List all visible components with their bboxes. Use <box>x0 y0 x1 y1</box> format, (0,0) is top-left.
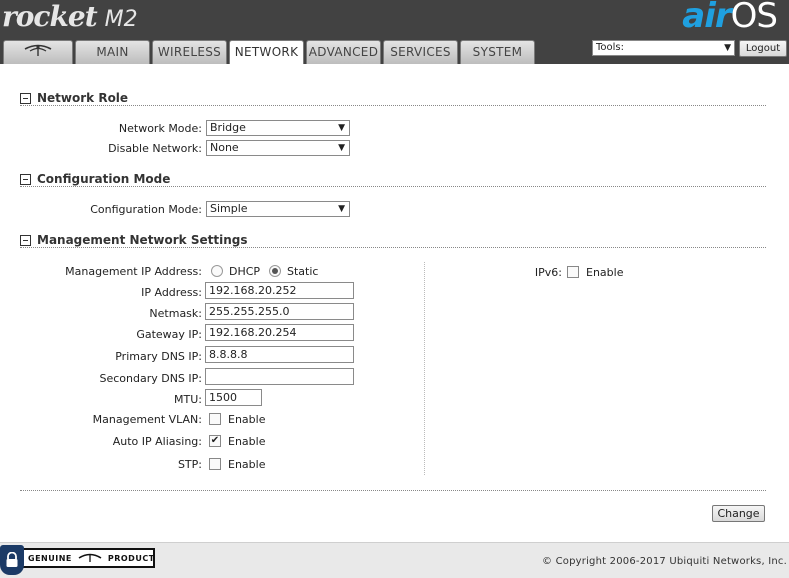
primary-dns-input[interactable]: 8.8.8.8 <box>205 346 354 363</box>
tab-advanced[interactable]: ADVANCED <box>306 40 381 64</box>
tab-main[interactable]: MAIN <box>75 40 150 64</box>
ubiquiti-logo-icon <box>77 552 103 564</box>
collapse-icon[interactable] <box>20 234 31 246</box>
tools-dropdown[interactable]: Tools: ▼ <box>592 40 735 56</box>
secondary-dns-label: Secondary DNS IP: <box>99 372 202 385</box>
ip-address-label: IP Address: <box>141 286 202 299</box>
disable-network-label: Disable Network: <box>108 142 202 155</box>
configuration-mode-value: Simple <box>210 202 248 215</box>
column-divider <box>424 262 425 475</box>
disable-network-select[interactable]: None ▼ <box>206 140 350 156</box>
section-divider <box>20 490 766 491</box>
configuration-mode-select[interactable]: Simple ▼ <box>206 201 350 217</box>
secondary-dns-input[interactable] <box>205 368 354 385</box>
chevron-down-icon: ▼ <box>338 143 345 153</box>
management-vlan-enable-label: Enable <box>228 413 266 426</box>
tab-services[interactable]: SERVICES <box>383 40 458 64</box>
genuine-product-badge: GENUINE PRODUCT <box>2 548 155 568</box>
section-divider <box>20 186 766 187</box>
mtu-label: MTU: <box>174 393 202 406</box>
brand-name: rocket <box>2 0 98 33</box>
netmask-label: Netmask: <box>149 307 202 320</box>
stp-label: STP: <box>177 458 202 471</box>
auto-ip-aliasing-label: Auto IP Aliasing: <box>112 435 202 448</box>
collapse-icon[interactable] <box>20 173 31 185</box>
section-divider <box>20 105 766 106</box>
change-button[interactable]: Change <box>712 505 765 522</box>
section-management-network[interactable]: Management Network Settings <box>20 233 247 247</box>
gateway-ip-input[interactable]: 192.168.20.254 <box>205 324 354 341</box>
management-vlan-checkbox[interactable] <box>209 413 221 425</box>
netmask-input[interactable]: 255.255.255.0 <box>205 303 354 320</box>
network-mode-value: Bridge <box>210 121 246 134</box>
checkmark-icon: ✔ <box>210 435 220 446</box>
airos-logo: airOS <box>682 0 778 36</box>
section-title: Configuration Mode <box>37 172 171 186</box>
logout-button[interactable]: Logout <box>739 40 787 57</box>
product-text: PRODUCT <box>107 553 155 563</box>
logo-os: OS <box>730 0 778 36</box>
chevron-down-icon: ▼ <box>338 204 345 214</box>
collapse-icon[interactable] <box>20 92 31 104</box>
management-vlan-label: Management VLAN: <box>92 413 202 426</box>
configuration-mode-label: Configuration Mode: <box>90 203 202 216</box>
section-title: Management Network Settings <box>37 233 248 247</box>
tab-system[interactable]: SYSTEM <box>460 40 535 64</box>
dhcp-radio[interactable] <box>211 265 223 277</box>
ipv6-label: IPv6: <box>534 266 562 279</box>
stp-enable-label: Enable <box>228 458 266 471</box>
disable-network-value: None <box>210 141 239 154</box>
static-radio[interactable] <box>269 265 281 277</box>
chevron-down-icon: ▼ <box>724 43 731 53</box>
product-brand: rocket M2 <box>2 0 138 37</box>
section-divider <box>20 247 766 248</box>
management-ip-label: Management IP Address: <box>65 265 202 278</box>
chevron-down-icon: ▼ <box>338 123 345 133</box>
nav-tabs: MAIN WIRELESS NETWORK ADVANCED SERVICES … <box>3 40 537 64</box>
primary-dns-label: Primary DNS IP: <box>115 350 202 363</box>
header-bar: rocket M2 airOS MAIN WIRELESS NETWORK ADV… <box>0 0 789 64</box>
network-mode-label: Network Mode: <box>118 122 202 135</box>
ubiquiti-antenna-icon <box>23 42 53 64</box>
genuine-text: GENUINE <box>28 553 72 563</box>
ipv6-enable-label: Enable <box>586 266 624 279</box>
ipv6-checkbox[interactable] <box>567 266 579 278</box>
ip-address-input[interactable]: 192.168.20.252 <box>205 282 354 299</box>
tab-network[interactable]: NETWORK <box>229 40 304 64</box>
static-label: Static <box>287 265 319 278</box>
section-network-role[interactable]: Network Role <box>20 91 128 105</box>
dhcp-label: DHCP <box>229 265 261 278</box>
logo-air: air <box>682 0 731 36</box>
section-configuration-mode[interactable]: Configuration Mode <box>20 172 170 186</box>
tab-wireless[interactable]: WIRELESS <box>152 40 227 64</box>
stp-checkbox[interactable] <box>209 458 221 470</box>
copyright-text: © Copyright 2006-2017 Ubiquiti Networks,… <box>542 556 787 567</box>
mtu-input[interactable]: 1500 <box>205 389 262 406</box>
auto-ip-aliasing-enable-label: Enable <box>228 435 266 448</box>
tools-dropdown-value: Tools: <box>596 42 625 53</box>
section-title: Network Role <box>37 91 129 105</box>
auto-ip-aliasing-checkbox[interactable]: ✔ <box>209 435 221 447</box>
brand-model: M2 <box>104 7 138 32</box>
footer-bar: GENUINE PRODUCT © Copyright 2006-2017 Ub… <box>0 542 789 578</box>
network-mode-select[interactable]: Bridge ▼ <box>206 120 350 136</box>
tab-ubiquiti[interactable] <box>3 40 73 64</box>
gateway-ip-label: Gateway IP: <box>136 328 202 341</box>
lock-icon <box>0 545 24 575</box>
